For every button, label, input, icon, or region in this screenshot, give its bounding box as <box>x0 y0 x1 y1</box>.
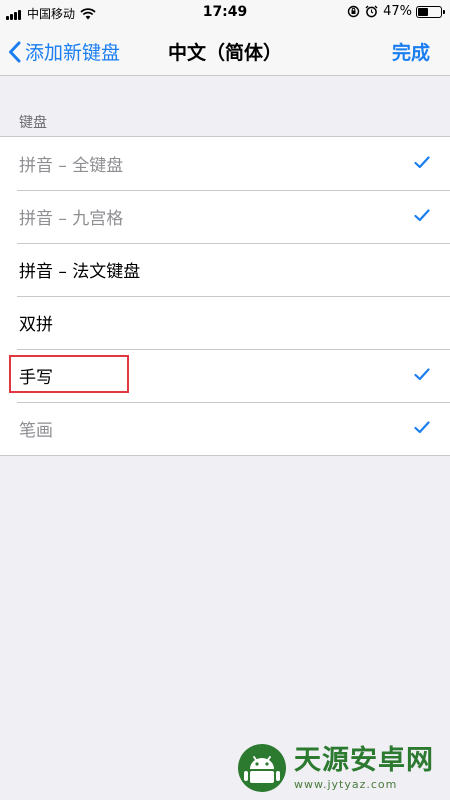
watermark-url: www.jytyaz.com <box>294 777 398 791</box>
checkmark-icon <box>414 368 430 381</box>
list-item-label: 双拼 <box>19 315 53 335</box>
list-item-label: 拼音 – 全键盘 <box>19 156 124 176</box>
list-item-label: 拼音 – 法文键盘 <box>19 262 141 282</box>
list-item-label: 笔画 <box>19 421 53 441</box>
navigation-bar: 添加新键盘 中文（简体） 完成 <box>0 26 450 76</box>
list-item-pinyin-french[interactable]: 拼音 – 法文键盘 <box>0 243 450 296</box>
watermark-text: 天源安卓网 www.jytyaz.com <box>294 744 434 791</box>
section-header-keyboards: 键盘 <box>19 115 47 131</box>
back-button-label: 添加新键盘 <box>25 42 121 64</box>
done-button[interactable]: 完成 <box>392 38 430 65</box>
list-item-label: 手写 <box>19 368 53 388</box>
watermark-name: 天源安卓网 <box>294 744 434 776</box>
chevron-left-icon <box>9 41 21 62</box>
alarm-icon <box>365 5 378 18</box>
list-item-handwriting[interactable]: 手写 <box>0 349 450 402</box>
android-logo-icon <box>236 742 288 794</box>
status-right: 47% <box>347 4 445 19</box>
battery-fill <box>418 7 429 16</box>
back-button[interactable]: 添加新键盘 <box>8 38 120 65</box>
list-item-shuangpin[interactable]: 双拼 <box>0 296 450 349</box>
battery-icon <box>416 5 445 18</box>
watermark: 天源安卓网 www.jytyaz.com <box>236 740 448 796</box>
status-bar: 中国移动 17:49 47% <box>0 0 450 26</box>
keyboard-list: 拼音 – 全键盘 拼音 – 九宫格 拼音 – 法文键盘 双拼 手写 笔画 <box>0 136 450 456</box>
checkmark-icon <box>414 209 430 222</box>
list-item-label: 拼音 – 九宫格 <box>19 209 124 229</box>
list-item-stroke[interactable]: 笔画 <box>0 402 450 455</box>
checkmark-icon <box>414 421 430 434</box>
battery-percent: 47% <box>383 4 412 19</box>
list-item-pinyin-9key[interactable]: 拼音 – 九宫格 <box>0 190 450 243</box>
rotation-lock-icon <box>347 5 360 18</box>
checkmark-icon <box>414 156 430 169</box>
list-item-pinyin-qwerty[interactable]: 拼音 – 全键盘 <box>0 137 450 190</box>
